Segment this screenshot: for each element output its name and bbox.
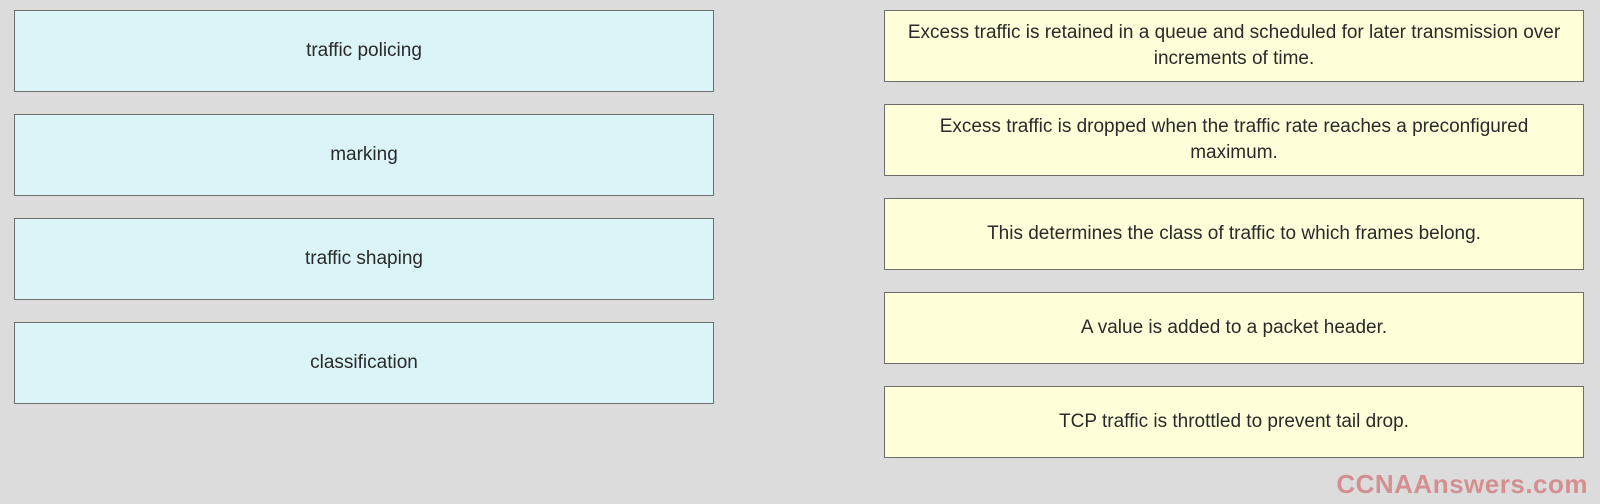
drop-target[interactable]: Excess traffic is retained in a queue an…: [884, 10, 1584, 82]
matching-exercise: traffic policing marking traffic shaping…: [0, 0, 1600, 468]
right-column: Excess traffic is retained in a queue an…: [884, 10, 1584, 458]
drop-target[interactable]: Excess traffic is dropped when the traff…: [884, 104, 1584, 176]
term-label: classification: [310, 350, 418, 376]
drop-target[interactable]: TCP traffic is throttled to prevent tail…: [884, 386, 1584, 458]
left-column: traffic policing marking traffic shaping…: [14, 10, 714, 458]
watermark: CCNAAnswers.com: [1336, 469, 1588, 500]
draggable-term[interactable]: classification: [14, 322, 714, 404]
draggable-term[interactable]: traffic shaping: [14, 218, 714, 300]
drop-target[interactable]: A value is added to a packet header.: [884, 292, 1584, 364]
term-label: traffic shaping: [305, 246, 423, 272]
term-label: traffic policing: [306, 38, 422, 64]
definition-label: TCP traffic is throttled to prevent tail…: [1059, 409, 1409, 435]
drop-target[interactable]: This determines the class of traffic to …: [884, 198, 1584, 270]
definition-label: This determines the class of traffic to …: [987, 221, 1481, 247]
definition-label: A value is added to a packet header.: [1081, 315, 1387, 341]
term-label: marking: [330, 142, 398, 168]
definition-label: Excess traffic is retained in a queue an…: [905, 20, 1563, 71]
draggable-term[interactable]: marking: [14, 114, 714, 196]
definition-label: Excess traffic is dropped when the traff…: [905, 114, 1563, 165]
draggable-term[interactable]: traffic policing: [14, 10, 714, 92]
